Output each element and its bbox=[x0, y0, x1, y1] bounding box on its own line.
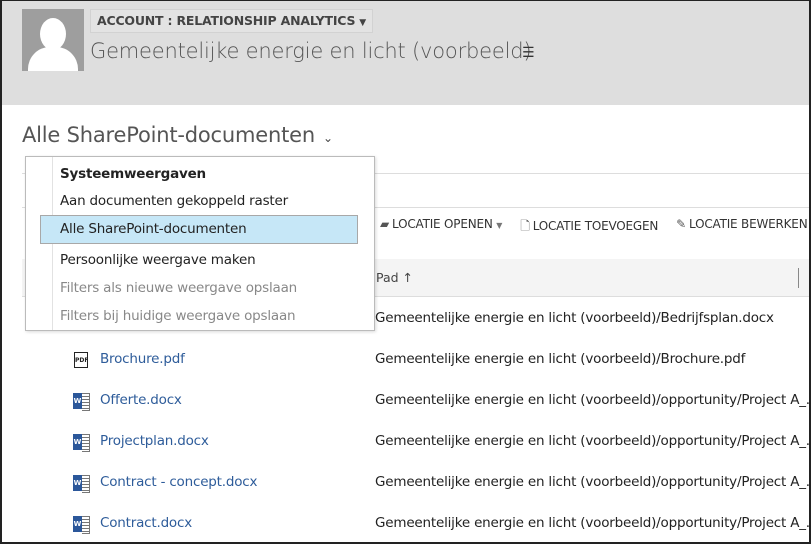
word-file-icon: W bbox=[73, 475, 90, 493]
menu-item-create-personal-view[interactable]: Persoonlijke weergave maken bbox=[60, 252, 256, 268]
word-file-icon: W bbox=[73, 434, 90, 452]
menu-item-all-sharepoint[interactable]: Alle SharePoint-documenten bbox=[60, 221, 247, 237]
view-title: Alle SharePoint-documenten bbox=[22, 123, 315, 147]
document-link[interactable]: Contract.docx bbox=[100, 515, 192, 531]
label: LOCATIE BEWERKEN bbox=[689, 217, 808, 231]
label: LOCATIE OPENEN bbox=[392, 217, 493, 231]
form-selector[interactable]: ACCOUNT : RELATIONSHIP ANALYTICS ▼ bbox=[90, 9, 374, 33]
word-file-icon: W bbox=[73, 516, 90, 534]
form-selector-label: ACCOUNT : RELATIONSHIP ANALYTICS bbox=[97, 13, 356, 28]
folder-icon: ▰ bbox=[380, 217, 390, 231]
document-path: Gemeentelijke energie en licht (voorbeel… bbox=[375, 433, 811, 449]
pdf-file-icon: PDF bbox=[74, 352, 88, 368]
open-location-button[interactable]: ▰ LOCATIE OPENEN ▼ bbox=[380, 217, 502, 238]
document-link[interactable]: Brochure.pdf bbox=[100, 351, 185, 367]
record-header: ACCOUNT : RELATIONSHIP ANALYTICS ▼ Gemeen… bbox=[2, 1, 809, 105]
document-path: Gemeentelijke energie en licht (voorbeel… bbox=[375, 392, 811, 408]
word-file-icon: W bbox=[73, 393, 90, 411]
avatar[interactable] bbox=[22, 9, 84, 71]
menu-item-save-filters-new: Filters als nieuwe weergave opslaan bbox=[60, 280, 298, 296]
list-menu-icon[interactable]: ☰ bbox=[522, 45, 535, 61]
column-resize-handle[interactable] bbox=[798, 268, 799, 288]
record-title: Gemeentelijke energie en licht (voorbeel… bbox=[90, 39, 532, 63]
edit-location-button[interactable]: ✎ LOCATIE BEWERKEN bbox=[676, 217, 808, 238]
menu-item-document-grid[interactable]: Aan documenten gekoppeld raster bbox=[60, 193, 288, 209]
document-path: Gemeentelijke energie en licht (voorbeel… bbox=[375, 515, 811, 531]
document-path: Gemeentelijke energie en licht (voorbeel… bbox=[375, 310, 774, 326]
menu-section-system-views: Systeemweergaven bbox=[60, 166, 206, 182]
view-selector[interactable]: Alle SharePoint-documenten ⌄ bbox=[22, 123, 333, 147]
add-location-button[interactable]: 🗋 LOCATIE TOEVOEGEN bbox=[520, 217, 658, 238]
caret-down-icon: ▼ bbox=[496, 221, 503, 230]
document-path: Gemeentelijke energie en licht (voorbeel… bbox=[375, 351, 746, 367]
chevron-down-icon: ⌄ bbox=[322, 131, 333, 145]
document-link[interactable]: Offerte.docx bbox=[100, 392, 182, 408]
document-path: Gemeentelijke energie en licht (voorbeel… bbox=[375, 474, 811, 490]
app-frame: ACCOUNT : RELATIONSHIP ANALYTICS ▼ Gemeen… bbox=[0, 0, 811, 544]
toolbar: ▰ LOCATIE OPENEN ▼ 🗋 LOCATIE TOEVOEGEN ✎ LO… bbox=[380, 217, 808, 238]
edit-icon: ✎ bbox=[676, 217, 687, 231]
menu-item-save-filters-current: Filters bij huidige weergave opslaan bbox=[60, 308, 296, 324]
document-link[interactable]: Projectplan.docx bbox=[100, 433, 209, 449]
label: LOCATIE TOEVOEGEN bbox=[532, 219, 659, 233]
view-dropdown-menu: Systeemweergaven Aan documenten gekoppel… bbox=[25, 156, 375, 331]
table-row[interactable]: W Contract.docx Gemeentelijke energie en… bbox=[22, 515, 809, 542]
add-document-icon: 🗋 bbox=[520, 219, 530, 233]
caret-down-icon: ▼ bbox=[359, 18, 367, 28]
document-link[interactable]: Contract - concept.docx bbox=[100, 474, 257, 490]
column-header-path[interactable]: Pad ↑ bbox=[376, 270, 413, 285]
